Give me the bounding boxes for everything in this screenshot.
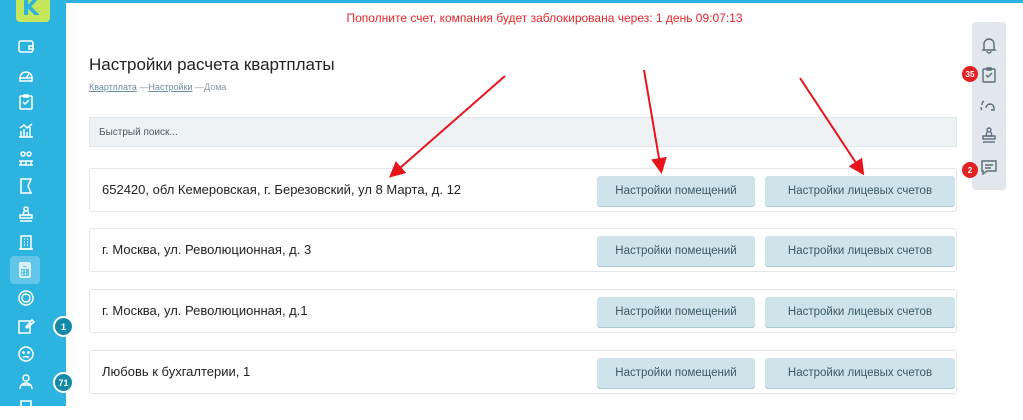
top-bar: [66, 0, 1023, 3]
building-icon[interactable]: [14, 230, 38, 254]
calculator-icon[interactable]: [10, 256, 40, 284]
house-address: 652420, обл Кемеровская, г. Березовский,…: [102, 182, 462, 197]
house-address: г. Москва, ул. Революционная, д.1: [102, 303, 308, 318]
rooms-settings-button[interactable]: Настройки помещений: [597, 236, 755, 266]
users-icon[interactable]: [14, 370, 38, 394]
rooms-settings-button[interactable]: Настройки помещений: [597, 176, 755, 206]
support-icon[interactable]: [980, 96, 998, 114]
coin-icon[interactable]: [14, 286, 38, 310]
accounts-settings-button[interactable]: Настройки лицевых счетов: [765, 297, 955, 327]
page-title: Настройки расчета квартплаты: [89, 55, 335, 74]
tasks-icon[interactable]: [980, 66, 998, 84]
logo[interactable]: K: [16, 0, 50, 22]
reports-badge: 1: [53, 316, 74, 337]
messages-badge: 2: [962, 162, 978, 178]
breadcrumb-sep: —: [195, 82, 204, 92]
edit-icon[interactable]: [14, 314, 38, 338]
accounts-settings-button[interactable]: Настройки лицевых счетов: [765, 176, 955, 206]
breadcrumb-sep: —: [139, 82, 149, 92]
bookmark-icon[interactable]: [14, 174, 38, 198]
chart-icon[interactable]: [14, 118, 38, 142]
stamp-icon[interactable]: [14, 202, 38, 226]
tasks-badge: 35: [962, 66, 978, 82]
stamp-icon[interactable]: [980, 126, 998, 144]
breadcrumb-link-settings[interactable]: Настройки: [148, 82, 192, 92]
house-card: г. Москва, ул. Революционная, д.1 Настро…: [89, 289, 957, 333]
chat-icon[interactable]: [980, 158, 998, 176]
wallet-icon[interactable]: [14, 34, 38, 58]
accounts-settings-button[interactable]: Настройки лицевых счетов: [765, 236, 955, 266]
accounts-settings-button[interactable]: Настройки лицевых счетов: [765, 358, 955, 388]
house-address: Любовь к бухгалтерии, 1: [102, 364, 251, 379]
sidebar: K 1 71: [0, 0, 74, 416]
rooms-settings-button[interactable]: Настройки помещений: [597, 297, 755, 327]
clipboard-icon[interactable]: [14, 90, 38, 114]
face-icon[interactable]: [14, 342, 38, 366]
bell-icon[interactable]: [980, 36, 998, 54]
right-panel: [972, 22, 1006, 190]
search-input[interactable]: Быстрый поиск...: [89, 117, 957, 147]
team-icon[interactable]: [14, 146, 38, 170]
house-card: г. Москва, ул. Революционная, д. 3 Настр…: [89, 228, 957, 272]
payment-notice: Пополните счет, компания будет заблокиро…: [346, 11, 743, 25]
rooms-settings-button[interactable]: Настройки помещений: [597, 358, 755, 388]
breadcrumb-current: Дома: [204, 82, 227, 92]
users-badge: 71: [53, 372, 74, 393]
breadcrumb: Квартплата —Настройки —Дома: [89, 82, 226, 92]
gauge-icon[interactable]: [14, 62, 38, 86]
house-card: Любовь к бухгалтерии, 1 Настройки помеще…: [89, 350, 957, 394]
document-icon[interactable]: [14, 396, 38, 420]
house-address: г. Москва, ул. Революционная, д. 3: [102, 242, 312, 257]
house-card: 652420, обл Кемеровская, г. Березовский,…: [89, 168, 957, 212]
breadcrumb-link-rent[interactable]: Квартплата: [89, 82, 137, 92]
